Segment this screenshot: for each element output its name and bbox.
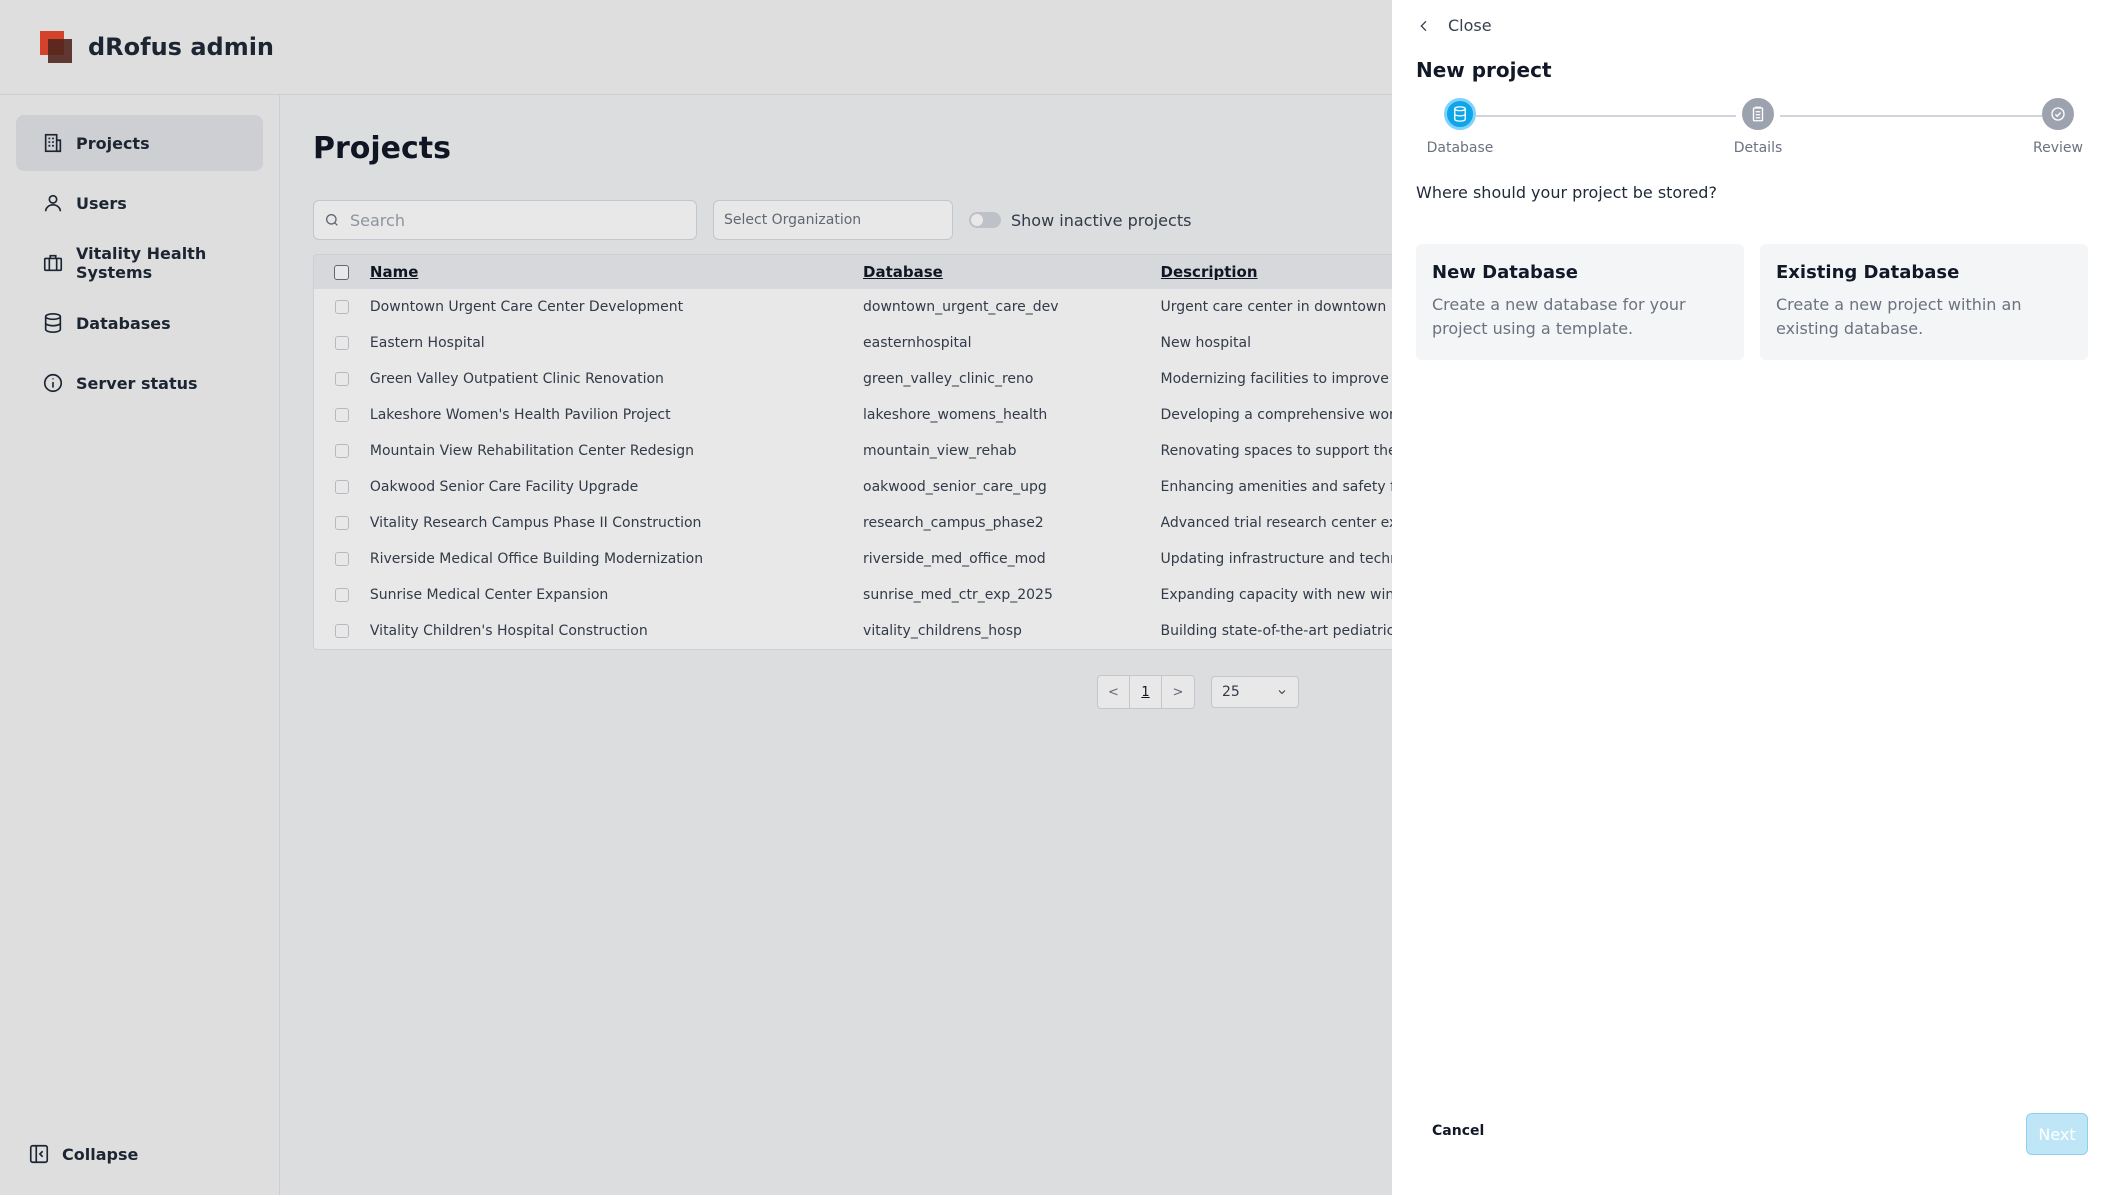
step-details: Details [1718,98,1798,156]
cancel-button[interactable]: Cancel [1432,1123,1484,1139]
modal-backdrop[interactable] [0,0,1392,1195]
new-project-drawer: Close New project Database Details Revie… [1392,0,2112,1195]
check-circle-icon [2051,107,2065,121]
close-label: Close [1448,16,1492,35]
new-database-option[interactable]: New Database Create a new database for y… [1416,244,1744,360]
step-review: Review [2028,98,2088,156]
next-button[interactable]: Next [2026,1113,2088,1155]
drawer-title: New project [1416,58,1552,82]
stepper: Database Details Review [1416,98,2088,162]
chevron-left-icon [1420,20,1427,31]
option-title: New Database [1432,262,1578,283]
step-connector [1476,115,1736,117]
option-description: Create a new database for your project u… [1432,295,1686,338]
step-label: Database [1426,140,1494,156]
step-database: Database [1416,98,1504,156]
close-button[interactable]: Close [1416,16,1492,35]
step-label: Details [1733,140,1783,156]
step-connector [1780,115,2042,117]
database-options: New Database Create a new database for y… [1416,244,2088,360]
storage-question: Where should your project be stored? [1416,183,1717,202]
option-description: Create a new project within an existing … [1776,295,2022,338]
existing-database-option[interactable]: Existing Database Create a new project w… [1760,244,2088,360]
database-icon [1454,106,1466,122]
step-label: Review [2033,140,2083,156]
option-title: Existing Database [1776,262,1960,283]
clipboard-icon [1752,106,1764,122]
